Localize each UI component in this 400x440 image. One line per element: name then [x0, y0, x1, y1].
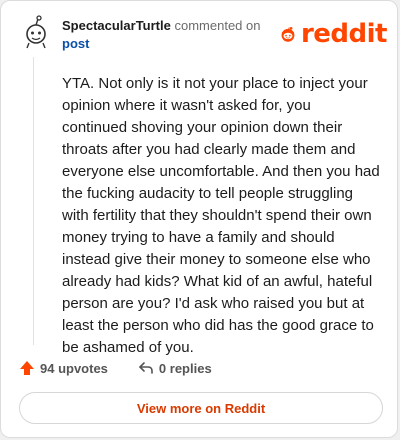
embedded-comment-card: SpectacularTurtle commented on post redd…: [0, 0, 398, 438]
reddit-logo[interactable]: reddit: [279, 19, 388, 49]
commented-on-text: commented on: [174, 18, 261, 33]
reddit-snoo-icon: [281, 26, 295, 42]
upvote-arrow-icon: [20, 361, 34, 375]
thread-line: [33, 57, 34, 345]
comment-header: SpectacularTurtle commented on post: [62, 17, 260, 53]
view-more-button[interactable]: View more on Reddit: [19, 392, 383, 424]
replies-stat[interactable]: 0 replies: [138, 361, 212, 376]
comment-footer: 94 upvotes 0 replies: [19, 357, 212, 379]
upvotes-stat[interactable]: 94 upvotes: [19, 360, 108, 376]
user-avatar[interactable]: [21, 15, 51, 49]
replies-count: 0 replies: [158, 360, 212, 376]
post-link[interactable]: post: [62, 35, 260, 53]
upvotes-count: 94 upvotes: [40, 360, 108, 376]
view-more-label: View more on Reddit: [136, 400, 266, 416]
username-link[interactable]: SpectacularTurtle: [62, 18, 171, 33]
reddit-wordmark: reddit: [300, 19, 388, 49]
comment-body: YTA. Not only is it not your place to in…: [62, 75, 380, 356]
reply-arrow-icon: [139, 362, 153, 374]
